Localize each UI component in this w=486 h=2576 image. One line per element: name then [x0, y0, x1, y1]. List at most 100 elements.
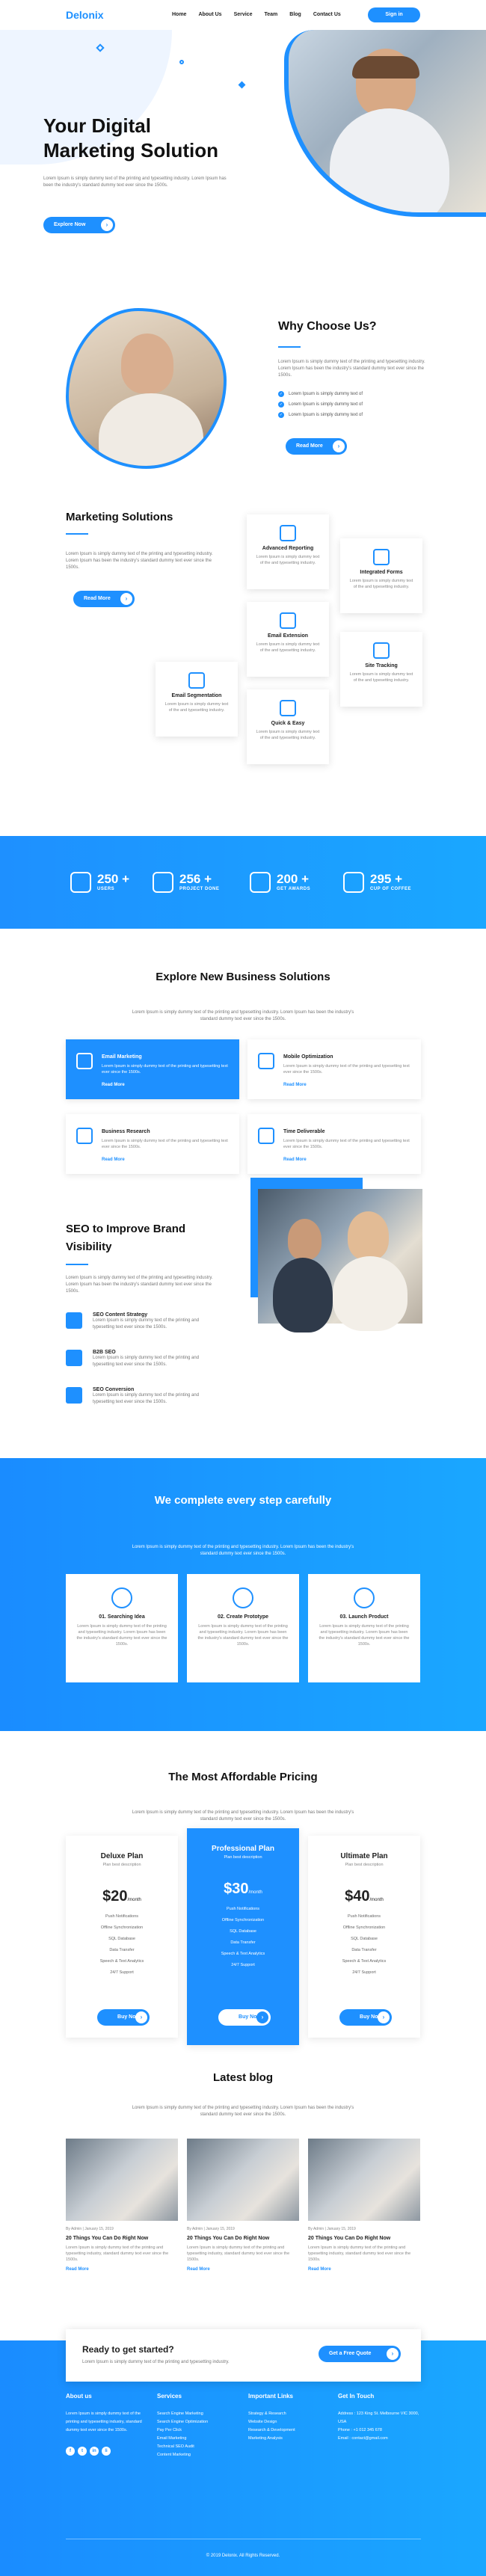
- business-card-email-marketing[interactable]: Email Marketing Lorem Ipsum is simply du…: [66, 1039, 239, 1099]
- nav-contact[interactable]: Contact Us: [313, 12, 341, 17]
- why-title: Why Choose Us?: [278, 320, 377, 333]
- rocket-icon: [280, 700, 296, 716]
- pricing-card-professional: Professional Plan Plan best description …: [187, 1828, 299, 2045]
- prototype-icon: [233, 1587, 253, 1608]
- search-icon: [66, 1312, 82, 1329]
- steps-description: Lorem Ipsum is simply dummy text of the …: [132, 1545, 354, 1556]
- form-icon: [373, 549, 390, 565]
- check-icon: ✓: [278, 412, 284, 418]
- blog-image[interactable]: [66, 2139, 178, 2221]
- footer-services: Services Search Engine Marketing Search …: [157, 2393, 209, 2457]
- blog-image[interactable]: [187, 2139, 299, 2221]
- email-icon: [76, 1053, 93, 1069]
- pricing-card-ultimate: Ultimate Plan Plan best description $40/…: [308, 1836, 420, 2038]
- read-more-link[interactable]: Read More: [102, 1158, 125, 1162]
- buy-now-button[interactable]: Buy Now ›: [97, 2009, 150, 2026]
- steps-section: We complete every step carefully Lorem I…: [0, 1458, 486, 1731]
- seo-description: Lorem Ipsum is simply dummy text of the …: [66, 1276, 213, 1294]
- signin-button[interactable]: Sign in: [368, 7, 420, 22]
- copyright: © 2019 Delonix. All Rights Reserved.: [206, 2554, 280, 2558]
- tracking-icon: [373, 642, 390, 659]
- box-icon: [188, 672, 205, 689]
- step-card-searching-idea: 01. Searching Idea Lorem Ipsum is simply…: [66, 1574, 178, 1682]
- idea-icon: [111, 1587, 132, 1608]
- read-more-link[interactable]: Read More: [283, 1158, 307, 1162]
- coffee-icon: [343, 872, 364, 893]
- divider: [278, 346, 301, 348]
- pricing-title: The Most Affordable Pricing: [168, 1771, 318, 1783]
- read-more-link[interactable]: Read More: [66, 2267, 178, 2272]
- nav-service[interactable]: Service: [234, 12, 253, 17]
- explore-now-button[interactable]: Explore Now ›: [43, 217, 115, 233]
- step-card-launch-product: 03. Launch Product Lorem Ipsum is simply…: [308, 1574, 420, 1682]
- hero-title: Your Digital Marketing Solution: [43, 114, 218, 162]
- rocket-icon: [354, 1587, 375, 1608]
- arrow-right-icon: ›: [120, 593, 132, 605]
- cta-text: Lorem Ipsum is simply dummy text of the …: [82, 2360, 230, 2364]
- footer-links: Important Links Strategy & Research Webs…: [248, 2393, 295, 2441]
- feature-card-advanced-reporting[interactable]: Advanced Reporting Lorem Ipsum is simply…: [247, 514, 329, 589]
- stat-projects: 256 + PROJECT DONE: [153, 872, 219, 893]
- feature-list: Push Notifications Offline Synchronizati…: [342, 1914, 387, 1975]
- business-card-business-research[interactable]: Business Research Lorem Ipsum is simply …: [66, 1114, 239, 1174]
- email-icon: [280, 612, 296, 629]
- footer-contact: Get In Touch Address : 123 King St. Melb…: [338, 2393, 419, 2441]
- nav-about[interactable]: About Us: [198, 12, 221, 17]
- read-more-link[interactable]: Read More: [308, 2267, 420, 2272]
- linkedin-icon[interactable]: li: [102, 2447, 111, 2456]
- arrow-right-icon: ›: [256, 2011, 268, 2023]
- read-more-link[interactable]: Read More: [102, 1083, 125, 1087]
- hero-description: Lorem Ipsum is simply dummy text of the …: [43, 176, 227, 188]
- business-card-mobile-optimization[interactable]: Mobile Optimization Lorem Ipsum is simpl…: [247, 1039, 421, 1099]
- why-choose-image: [66, 308, 227, 469]
- business-card-time-deliverable[interactable]: Time Deliverable Lorem Ipsum is simply d…: [247, 1114, 421, 1174]
- logo[interactable]: Delonix: [66, 9, 104, 21]
- pricing-description: Lorem Ipsum is simply dummy text of the …: [132, 1810, 354, 1822]
- arrow-right-icon: ›: [101, 219, 113, 231]
- social-links: f t in li: [66, 2442, 148, 2456]
- arrow-right-icon: ›: [135, 2011, 147, 2023]
- list-item: ✓ Lorem Ipsum is simply dummy text of: [278, 412, 363, 418]
- buy-now-button[interactable]: Buy Now ›: [339, 2009, 392, 2026]
- decor-diamond-icon: [238, 81, 246, 89]
- buy-now-button[interactable]: Buy Now ›: [218, 2009, 271, 2026]
- read-more-link[interactable]: Read More: [187, 2267, 299, 2272]
- feature-card-quick-easy[interactable]: Quick & Easy Lorem Ipsum is simply dummy…: [247, 689, 329, 764]
- arrow-right-icon: ›: [378, 2011, 390, 2023]
- facebook-icon[interactable]: f: [66, 2447, 75, 2456]
- why-description: Lorem Ipsum is simply dummy text of the …: [278, 360, 425, 378]
- blog-post: By Admin | January 15, 2019 20 Things Yo…: [187, 2139, 299, 2272]
- check-icon: ✓: [278, 391, 284, 397]
- feature-card-email-segmentation[interactable]: Email Segmentation Lorem Ipsum is simply…: [156, 662, 238, 737]
- blog-description: Lorem Ipsum is simply dummy text of the …: [132, 2106, 354, 2117]
- nav-team[interactable]: Team: [264, 12, 277, 17]
- seo-title: SEO to Improve Brand Visibility: [66, 1223, 186, 1253]
- instagram-icon[interactable]: in: [90, 2447, 99, 2456]
- feature-card-site-tracking[interactable]: Site Tracking Lorem Ipsum is simply dumm…: [340, 632, 422, 707]
- step-card-create-prototype: 02. Create Prototype Lorem Ipsum is simp…: [187, 1574, 299, 1682]
- blog-image[interactable]: [308, 2139, 420, 2221]
- nav-blog[interactable]: Blog: [289, 12, 301, 17]
- rocket-icon: [153, 872, 173, 893]
- mobile-icon: [258, 1053, 274, 1069]
- get-free-quote-button[interactable]: Get a Free Quote ›: [319, 2346, 401, 2362]
- stat-awards: 200 + GET AWARDS: [250, 872, 310, 893]
- arrow-right-icon: ›: [333, 440, 345, 452]
- divider: [66, 533, 88, 535]
- why-read-more-button[interactable]: Read More ›: [286, 438, 347, 455]
- marketing-read-more-button[interactable]: Read More ›: [73, 591, 135, 607]
- network-icon: [66, 1350, 82, 1366]
- feature-card-integrated-forms[interactable]: Integrated Forms Lorem Ipsum is simply d…: [340, 538, 422, 613]
- nav-home[interactable]: Home: [172, 12, 186, 17]
- stat-coffee: 295 + CUP OF COFFEE: [343, 872, 411, 893]
- research-icon: [76, 1128, 93, 1144]
- check-icon: ✓: [278, 402, 284, 408]
- business-description: Lorem Ipsum is simply dummy text of the …: [132, 1010, 354, 1021]
- twitter-icon[interactable]: t: [78, 2447, 87, 2456]
- read-more-link[interactable]: Read More: [283, 1083, 307, 1087]
- steps-title: We complete every step carefully: [154, 1494, 332, 1507]
- arrow-right-icon: ›: [387, 2348, 399, 2360]
- blog-post: By Admin | January 15, 2019 20 Things Yo…: [66, 2139, 178, 2272]
- feature-card-email-extension[interactable]: Email Extension Lorem Ipsum is simply du…: [247, 602, 329, 677]
- hero-image: [284, 30, 486, 217]
